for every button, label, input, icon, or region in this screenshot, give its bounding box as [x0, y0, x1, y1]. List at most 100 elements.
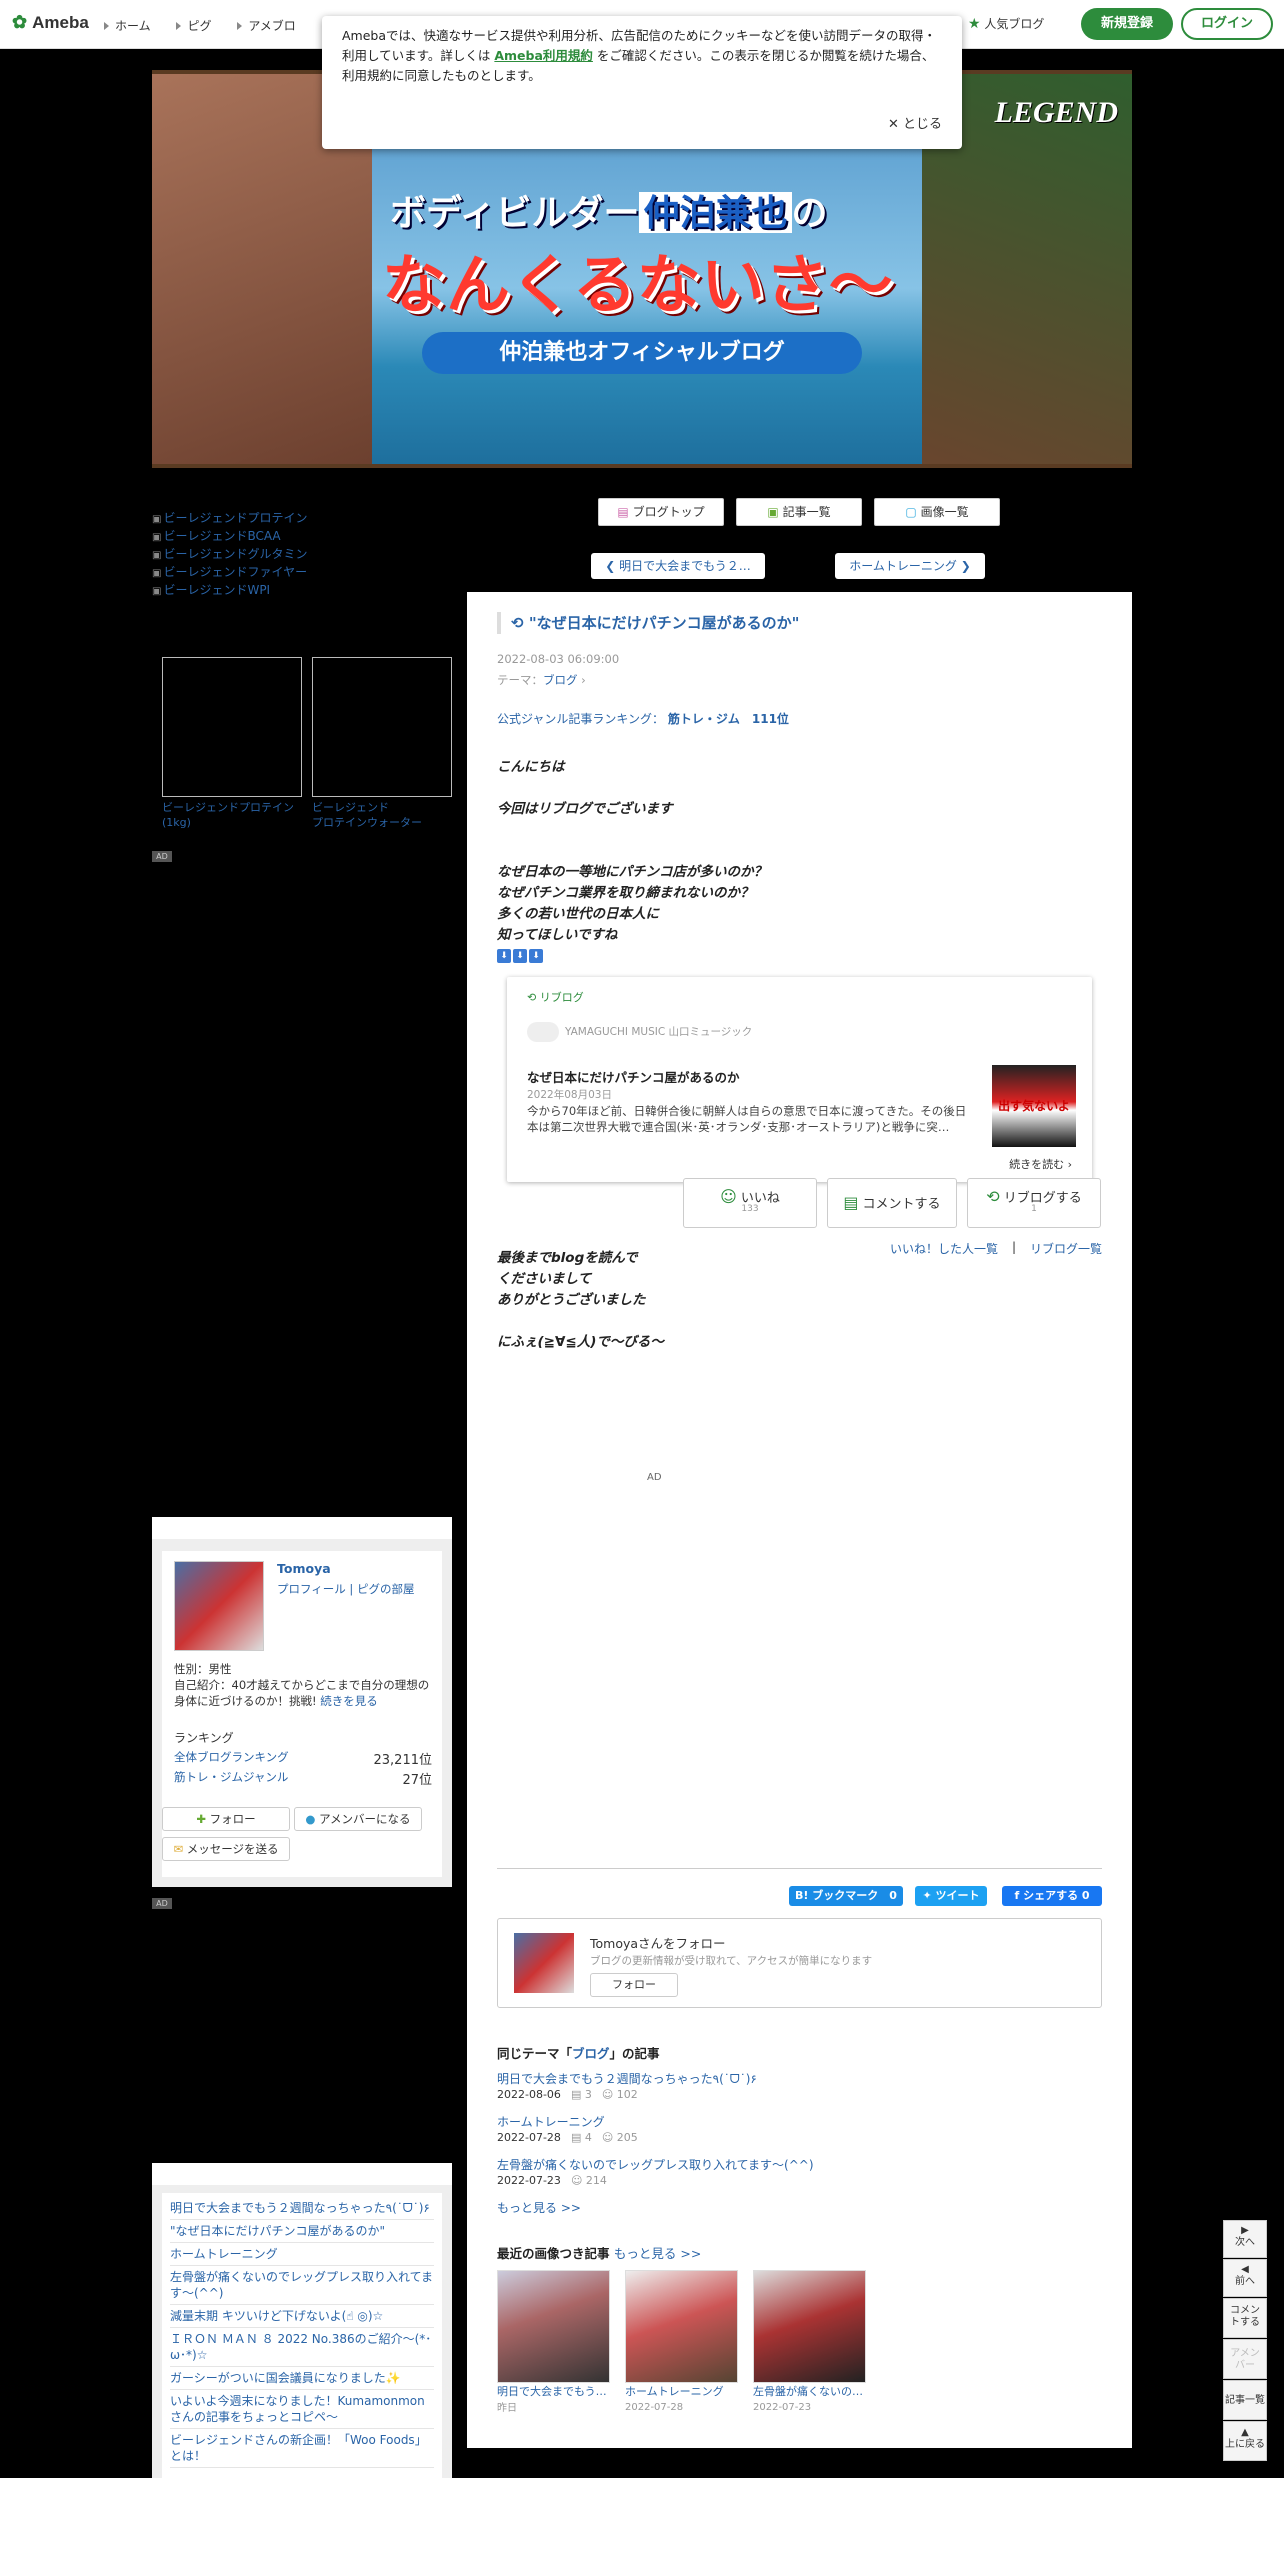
image-articles-more[interactable]: もっと見る >> [614, 2246, 701, 2261]
recent-entry[interactable]: 減量末期 キツいけど下げないよ(☝ ◎)☆ [170, 2305, 434, 2328]
follow-box-button[interactable]: フォロー [590, 1973, 678, 1997]
ad-badge: AD [152, 851, 172, 862]
reblog-title[interactable]: なぜ日本にだけパチンコ屋があるのか [527, 1067, 740, 1086]
float-prev-button[interactable]: ◀ 前へ [1223, 2259, 1267, 2297]
product-image-protein[interactable] [162, 657, 302, 797]
theme-link[interactable]: ブログ [543, 673, 578, 687]
reblog-date: 2022年08月03日 [527, 1089, 612, 1101]
reblog-list-link[interactable]: リブログ一覧 [1030, 1240, 1102, 1257]
follow-avatar[interactable] [514, 1933, 574, 1993]
like-count: 133 [741, 1204, 759, 1214]
like-button[interactable]: ☺ いいね 133 [683, 1178, 817, 1228]
login-button[interactable]: ログイン [1181, 8, 1273, 40]
hatena-bookmark-button[interactable]: B! ブックマーク 0 [789, 1886, 903, 1906]
recent-entry[interactable]: 明日で大会までもう２週間なっちゃった٩(˙ᗜ˙)۶ [170, 2197, 434, 2220]
tab-article-list[interactable]: ▣ 記事一覧 [736, 498, 862, 526]
tab-image-list[interactable]: ▢ 画像一覧 [874, 498, 1000, 526]
follow-title: Tomoyaさんをフォロー [590, 1936, 726, 1951]
reblog-source[interactable]: YAMAGUCHI MUSIC 山口ミュージック [527, 1022, 752, 1042]
star-icon: ★ [968, 16, 981, 32]
rank-all[interactable]: 全体ブログランキング 23,211位 [174, 1749, 432, 1768]
profile-link[interactable]: プロフィール [277, 1582, 346, 1596]
divider [497, 1868, 1102, 1869]
float-list-button[interactable]: 記事一覧 [1223, 2380, 1267, 2420]
play-icon: ▶ [1241, 2225, 1249, 2236]
amember-button[interactable]: ● アメンバーになる [294, 1807, 422, 1831]
message-button[interactable]: ✉ メッセージを送る [162, 1837, 290, 1861]
product-image-water[interactable] [312, 657, 452, 797]
sidebar-link-wpi[interactable]: ビーレジェンドWPI [152, 582, 307, 600]
image-article-card[interactable]: 左骨盤が痛くないの… 2022-07-23 [753, 2270, 866, 2414]
register-button[interactable]: 新規登録 [1081, 8, 1173, 40]
related-more-link[interactable]: もっと見る >> [497, 2199, 581, 2216]
profile-follow-button[interactable]: ✚ フォロー [162, 1807, 290, 1831]
body-thanks-1: 最後までblogを読んで [497, 1250, 638, 1266]
reblog-button[interactable]: ⟲ リブログする 1 [967, 1178, 1101, 1228]
mail-icon: ✉ [173, 1842, 184, 1856]
next-article-button[interactable]: ホームトレーニング ❯ [835, 553, 985, 579]
tab-blog-top[interactable]: ▤ ブログトップ [598, 498, 724, 526]
reblog-thumbnail[interactable]: 出す気ないよ [992, 1065, 1076, 1147]
rank-genre[interactable]: 筋トレ・ジムジャンル 27位 [174, 1769, 432, 1788]
related-item[interactable]: 明日で大会までもう２週間なっちゃった٩(˙ᗜ˙)۶ 2022-08-06 ▤ 3 ☺ … [497, 2070, 757, 2101]
reblog-icon: ⟲ [511, 614, 524, 632]
recent-entry[interactable]: ビーレジェンドさんの新企画！「Woo Foods」とは！ [170, 2429, 434, 2468]
down-arrow-icon: ⬇ [497, 949, 511, 963]
popular-blog-link[interactable]: ★ 人気ブログ [968, 15, 1044, 32]
body-question-3: 多くの若い世代の日本人に [497, 906, 659, 922]
reblog-card[interactable]: ⟲ リブログ YAMAGUCHI MUSIC 山口ミュージック なぜ日本にだけパ… [507, 977, 1092, 1182]
home-icon: ▤ [617, 505, 629, 519]
genre-ranking[interactable]: 公式ジャンル記事ランキング： 筋トレ・ジム 111位 [497, 710, 789, 727]
image-article-card[interactable]: ホームトレーニング 2022-07-28 [625, 2270, 738, 2414]
related-item[interactable]: ホームトレーニング 2022-07-28 ▤ 4 ☺ 205 [497, 2113, 638, 2144]
source-avatar-icon [527, 1022, 559, 1042]
ameba-logo[interactable]: ✿ Ameba [12, 12, 89, 33]
related-item[interactable]: 左骨盤が痛くないのでレッグプレス取り入れてます〜(^^) 2022-07-23 ☺ … [497, 2156, 814, 2187]
amember-icon: ● [305, 1812, 316, 1826]
float-next-button[interactable]: ▶ 次へ [1223, 2220, 1267, 2258]
cookie-close-button[interactable]: ✕ とじる [888, 115, 942, 135]
terms-link[interactable]: Ameba利用規約 [494, 48, 593, 63]
comment-button[interactable]: ▤ コメントする [827, 1178, 957, 1228]
profile-more-link[interactable]: 続きを見る [320, 1694, 378, 1708]
like-icon: ☺ 205 [601, 2131, 638, 2144]
liked-users-link[interactable]: いいね！した人一覧 [890, 1240, 998, 1257]
article-title[interactable]: ⟲ "なぜ日本にだけパチンコ屋があるのか" [497, 612, 799, 634]
sidebar-link-protein[interactable]: ビーレジェンドプロテイン [152, 510, 307, 528]
reblog-read-more[interactable]: 続きを読む › [1009, 1156, 1072, 1172]
facebook-share-button[interactable]: f シェアする 0 [1002, 1886, 1102, 1906]
article-date: 2022-08-03 06:09:00 [497, 652, 620, 666]
recent-entry[interactable]: いよいよ今週末になりました！Kumamonmonさんの記事をちょっとコピペ〜 [170, 2390, 434, 2429]
twitter-icon: ✦ [922, 1889, 932, 1902]
sidebar-link-glutamine[interactable]: ビーレジェンドグルタミン [152, 546, 307, 564]
image-articles-heading: 最近の画像つき記事 もっと見る >> [497, 2246, 702, 2261]
comment-icon: ▤ [843, 1193, 859, 1212]
nav-pig[interactable]: ピグ [176, 19, 211, 33]
recent-entry[interactable]: 左骨盤が痛くないのでレッグプレス取り入れてます〜(^^) [170, 2266, 434, 2305]
tweet-button[interactable]: ✦ ツイート [915, 1886, 987, 1906]
recent-entry[interactable]: "なぜ日本にだけパチンコ屋があるのか" [170, 2220, 434, 2243]
pig-room-link[interactable]: ピグの部屋 [357, 1582, 415, 1596]
profile-avatar[interactable] [174, 1561, 264, 1651]
float-comment-button[interactable]: コメントする [1223, 2298, 1267, 2338]
sidebar-link-bcaa[interactable]: ビーレジェンドBCAA [152, 528, 307, 546]
profile-name[interactable]: Tomoya [277, 1561, 331, 1576]
recent-entry[interactable]: ガーシーがついに国会議員になりました✨ [170, 2367, 434, 2390]
recent-entry[interactable]: ＩＲＯＮ ＭＡＮ ８ 2022 No.386のご紹介〜(*･ω･*)☆ [170, 2328, 434, 2367]
float-top-button[interactable]: ▲ 上に戻る [1223, 2421, 1267, 2461]
banner-title: なんくるないさ～ [382, 249, 893, 321]
image-icon: ▢ [905, 505, 917, 519]
nav-ameblo[interactable]: アメブロ [237, 19, 295, 33]
image-article-card[interactable]: 明日で大会までもう… 昨日 [497, 2270, 610, 2415]
cookie-notice: Amebaでは、快適なサービス提供や利用分析、広告配信のためにクッキーなどを使い… [322, 16, 962, 149]
product-label-water[interactable]: ビーレジェンド プロテインウォーター [312, 800, 452, 830]
prev-article-button[interactable]: ❮ 明日で大会までもう２… [591, 553, 765, 579]
smile-icon: ☺ [720, 1187, 737, 1206]
float-amember-button[interactable]: アメンバー [1223, 2339, 1267, 2379]
profile-sex: 性別：男性 [174, 1662, 232, 1676]
product-label-protein[interactable]: ビーレジェンドプロテイン(1kg) [162, 800, 302, 830]
recent-entry[interactable]: ホームトレーニング [170, 2243, 434, 2266]
nav-home[interactable]: ホーム [104, 19, 151, 33]
down-arrow-icon: ⬇ [529, 949, 543, 963]
sidebar-link-fire[interactable]: ビーレジェンドファイヤー [152, 564, 307, 582]
